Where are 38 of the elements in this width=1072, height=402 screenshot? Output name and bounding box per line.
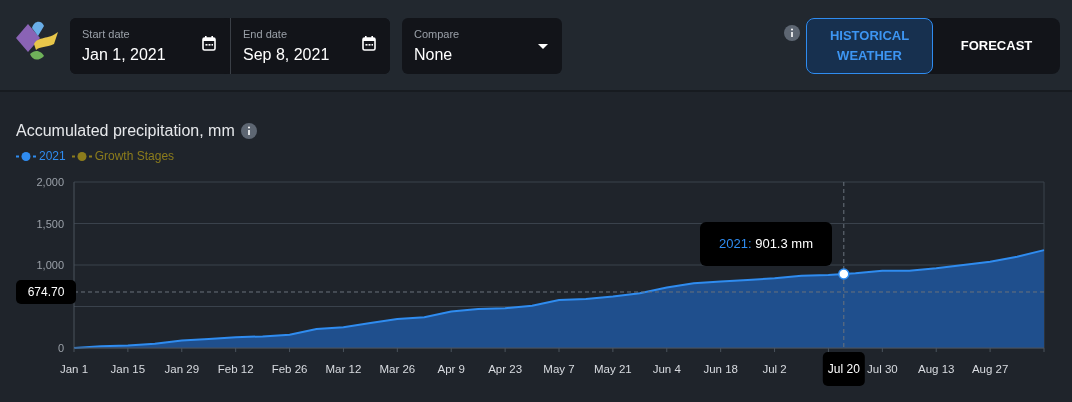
calendar-icon bbox=[202, 35, 216, 51]
legend-label[interactable]: 2021 bbox=[39, 149, 66, 163]
caret-icon bbox=[538, 43, 548, 49]
x-axis-label: Feb 26 bbox=[271, 363, 308, 375]
info-icon[interactable] bbox=[784, 25, 800, 41]
x-axis-label: Jul 2 bbox=[762, 363, 787, 375]
x-axis-label: May 21 bbox=[594, 363, 632, 375]
y-axis-label: 1,500 bbox=[36, 217, 64, 230]
y-axis-label: 2,000 bbox=[36, 176, 64, 188]
x-value-badge: Jul 20 bbox=[822, 352, 865, 386]
x-axis-label: Jul 30 bbox=[867, 363, 898, 375]
x-axis-label: Feb 12 bbox=[217, 363, 254, 375]
x-axis-label: Jan 1 bbox=[59, 363, 89, 375]
x-axis-label: Jun 4 bbox=[652, 363, 681, 375]
chart-title: Accumulated precipitation, mm bbox=[16, 122, 235, 140]
mode-tab[interactable]: HISTORICAL WEATHER bbox=[806, 18, 933, 74]
calendar-icon bbox=[362, 35, 376, 51]
end-date-field[interactable]: End date Sep 8, 2021 bbox=[230, 18, 390, 74]
x-axis-label: Mar 26 bbox=[379, 363, 416, 375]
info-icon[interactable] bbox=[240, 123, 257, 139]
y-axis-label: 1,000 bbox=[36, 259, 64, 271]
tooltip: 2021: 901.3 mm bbox=[700, 222, 832, 266]
crosshair-point bbox=[838, 268, 850, 280]
compare-dropdown[interactable]: Compare None bbox=[402, 18, 562, 74]
x-axis-label: Jan 29 bbox=[164, 363, 200, 375]
x-axis-label: Jun 18 bbox=[703, 363, 738, 375]
x-axis-label: Mar 12 bbox=[325, 363, 362, 375]
ref-line-label: 674.70 bbox=[27, 285, 65, 299]
mode-tab[interactable]: FORECAST bbox=[933, 18, 1060, 74]
y-axis-label: 0 bbox=[57, 342, 64, 354]
x-axis-label: Apr 9 bbox=[437, 363, 465, 375]
legend-label[interactable]: Growth Stages bbox=[94, 149, 175, 163]
x-axis-label: Aug 13 bbox=[918, 363, 955, 375]
x-axis-label: Jan 15 bbox=[110, 363, 146, 375]
x-axis-label: Apr 23 bbox=[488, 363, 523, 375]
y-value-badge: 674.70 bbox=[16, 280, 76, 304]
x-axis-label: Aug 27 bbox=[971, 363, 1009, 375]
x-axis-label: May 7 bbox=[543, 363, 575, 375]
